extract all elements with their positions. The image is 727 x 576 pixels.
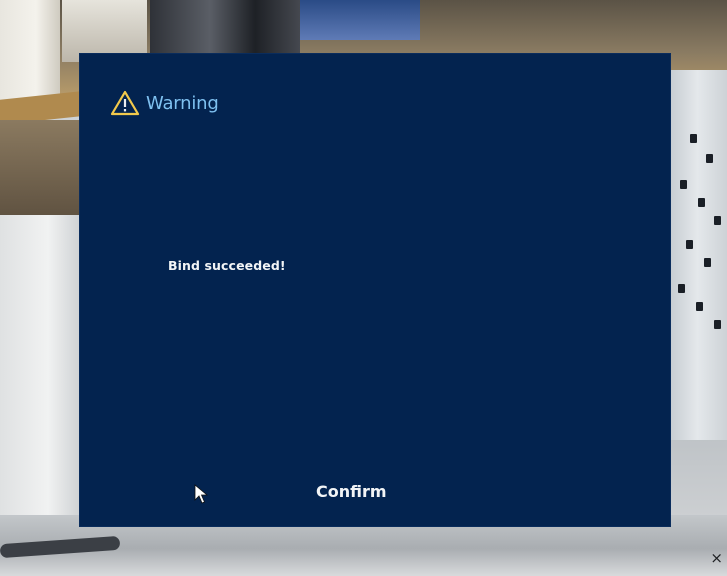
dialog-message: Bind succeeded! [168,258,286,273]
background-panel [0,215,80,515]
warning-triangle-icon [110,90,140,116]
background-box [0,120,80,220]
warning-dialog: Warning Bind succeeded! Confirm [80,54,670,526]
vent-hole [714,320,721,329]
close-icon[interactable]: × [710,551,723,566]
vent-hole [704,258,711,267]
dialog-title: Warning [146,92,219,114]
vent-hole [696,302,703,311]
background-device [300,0,420,40]
vent-hole [706,154,713,163]
vent-hole [680,180,687,189]
confirm-button[interactable]: Confirm [310,480,393,503]
background-box [62,0,147,62]
background-server-case [668,70,727,440]
mouse-pointer-icon [194,484,208,504]
background-cables [150,0,300,55]
vent-hole [714,216,721,225]
vent-hole [698,198,705,207]
vent-hole [686,240,693,249]
dialog-header: Warning [110,90,219,116]
vent-hole [690,134,697,143]
vent-hole [678,284,685,293]
